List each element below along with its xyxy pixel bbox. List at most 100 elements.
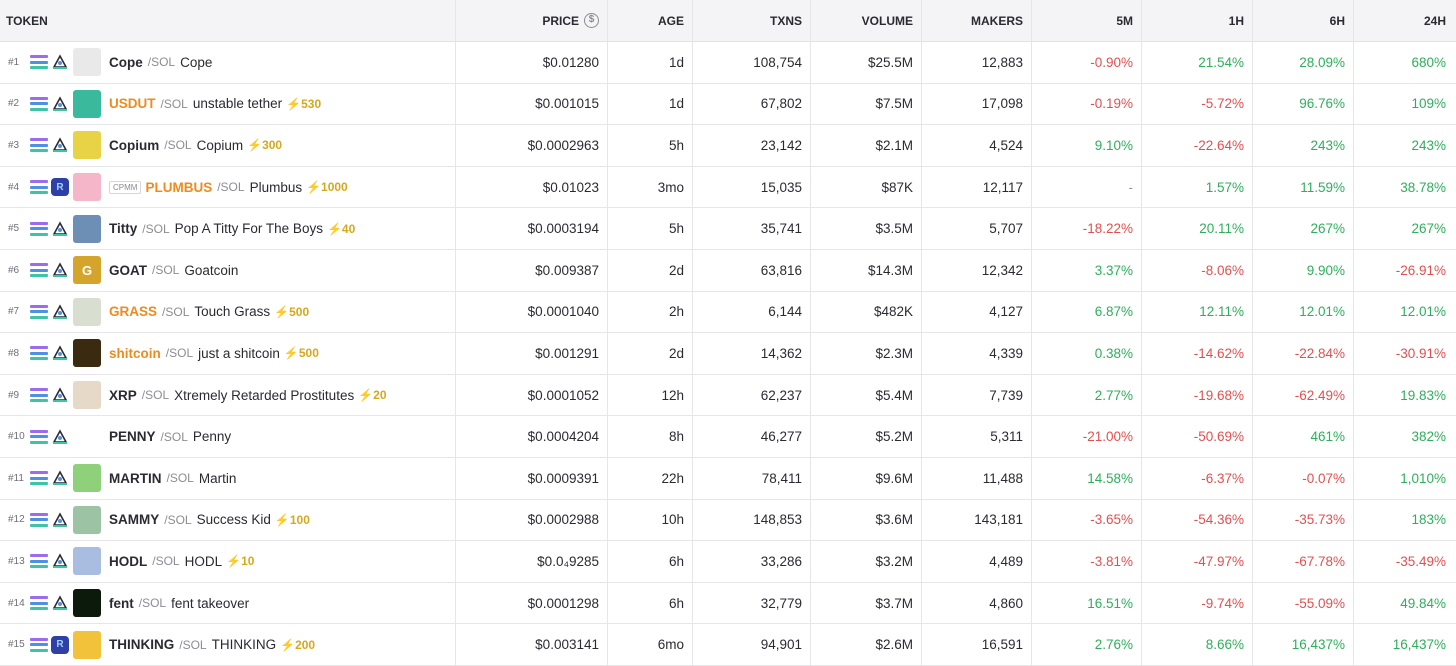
- col-header-txns[interactable]: TXNS: [693, 0, 811, 41]
- change-5m-cell: 0.38%: [1032, 333, 1142, 374]
- table-row[interactable]: #10 PENNY/SOL Penny $0.0004204 8h 46,277 $5.2M…: [0, 416, 1456, 458]
- table-row[interactable]: #9 XRP/SOL Xtremely Retarded Prostitutes ⚡2…: [0, 374, 1456, 417]
- token-rank: #14: [8, 597, 25, 609]
- token-cell[interactable]: #5 Titty/SOL Pop A Titty For The Boys ⚡40: [0, 208, 456, 249]
- token-rank: #7: [8, 306, 20, 318]
- quote-token: /SOL: [141, 388, 170, 403]
- token-name[interactable]: Goatcoin: [184, 263, 238, 278]
- col-header-makers[interactable]: MAKERS: [922, 0, 1032, 41]
- raydium-icon: [51, 428, 69, 446]
- token-cell[interactable]: #7 GRASS/SOL Touch Grass ⚡500: [0, 291, 456, 333]
- volume-cell: $9.6M: [811, 457, 922, 499]
- table-row[interactable]: #2 USDUT/SOL unstable tether ⚡530 $0.001015 1…: [0, 83, 1456, 126]
- token-symbol[interactable]: THINKING: [109, 637, 174, 652]
- table-row[interactable]: #6 G GOAT/SOL Goatcoin $0.009387 2d 63,816 $14.…: [0, 249, 1456, 292]
- token-cell[interactable]: #12 SAMMY/SOL Success Kid ⚡100: [0, 499, 456, 541]
- table-row[interactable]: #15 R THINKING/SOL THINKING ⚡200 $0.003141 6mo…: [0, 624, 1456, 666]
- token-name[interactable]: HODL: [185, 554, 223, 569]
- token-symbol[interactable]: fent: [109, 596, 134, 611]
- token-name[interactable]: Cope: [180, 55, 212, 70]
- change-5m-cell: 16.51%: [1032, 582, 1142, 624]
- token-avatar: [73, 630, 101, 659]
- col-header-6h[interactable]: 6H: [1253, 0, 1354, 41]
- token-name[interactable]: Penny: [193, 429, 231, 444]
- token-symbol[interactable]: Cope: [109, 55, 143, 70]
- token-symbol[interactable]: GOAT: [109, 263, 147, 278]
- quote-token: /SOL: [160, 429, 188, 444]
- makers-cell: 12,342: [922, 249, 1032, 291]
- token-cell[interactable]: #11 MARTIN/SOL Martin: [0, 457, 456, 499]
- token-symbol[interactable]: Titty: [109, 221, 137, 236]
- table-row[interactable]: #13 HODL/SOL HODL ⚡10 $0.0₄9285 6h 33,286 $3.2M…: [0, 541, 1456, 583]
- token-cell[interactable]: #14 fent/SOL fent takeover: [0, 582, 456, 624]
- token-name[interactable]: Martin: [199, 471, 237, 486]
- token-symbol[interactable]: PENNY: [109, 429, 156, 444]
- volume-cell: $2.3M: [811, 333, 922, 374]
- table-row[interactable]: #5 Titty/SOL Pop A Titty For The Boys ⚡40 $0…: [0, 208, 1456, 250]
- token-symbol[interactable]: HODL: [109, 554, 147, 569]
- col-header-5m[interactable]: 5M: [1032, 0, 1142, 41]
- quote-token: /SOL: [160, 96, 188, 111]
- token-symbol[interactable]: Copium: [109, 138, 159, 153]
- solana-chain-icon: [30, 471, 48, 486]
- token-cell[interactable]: #13 HODL/SOL HODL ⚡10: [0, 541, 456, 582]
- token-symbol[interactable]: MARTIN: [109, 471, 162, 486]
- token-cell[interactable]: #6 G GOAT/SOL Goatcoin: [0, 249, 456, 291]
- col-header-price[interactable]: PRICE $: [456, 0, 608, 41]
- token-cell[interactable]: #15 R THINKING/SOL THINKING ⚡200: [0, 624, 456, 665]
- token-name[interactable]: just a shitcoin: [198, 346, 280, 361]
- change-1h-cell: -5.72%: [1142, 83, 1253, 125]
- token-symbol[interactable]: PLUMBUS: [145, 180, 212, 195]
- token-name[interactable]: Plumbus: [250, 180, 303, 195]
- table-row[interactable]: #1 Cope/SOL Cope $0.01280 1d 108,754 $25.5M 12,…: [0, 42, 1456, 84]
- token-name[interactable]: Success Kid: [197, 512, 271, 527]
- txns-cell: 67,802: [693, 83, 811, 125]
- token-symbol[interactable]: shitcoin: [109, 346, 161, 361]
- table-row[interactable]: #14 fent/SOL fent takeover $0.0001298 6h 32,7…: [0, 582, 1456, 625]
- col-header-24h[interactable]: 24H: [1354, 0, 1456, 41]
- token-avatar: [73, 422, 101, 451]
- col-header-volume[interactable]: VOLUME: [811, 0, 922, 41]
- token-name[interactable]: THINKING: [212, 637, 277, 652]
- table-row[interactable]: #7 GRASS/SOL Touch Grass ⚡500 $0.0001040 2h 6,…: [0, 291, 1456, 334]
- token-cell[interactable]: #9 XRP/SOL Xtremely Retarded Prostitutes ⚡2…: [0, 374, 456, 416]
- makers-cell: 4,127: [922, 291, 1032, 333]
- token-name[interactable]: Xtremely Retarded Prostitutes: [174, 388, 354, 403]
- col-header-age[interactable]: AGE: [608, 0, 693, 41]
- col-header-1h[interactable]: 1H: [1142, 0, 1253, 41]
- token-cell[interactable]: #8 shitcoin/SOL just a shitcoin ⚡500: [0, 333, 456, 374]
- token-name[interactable]: unstable tether: [193, 96, 282, 111]
- change-24h-cell: -35.49%: [1395, 553, 1446, 569]
- col-header-token[interactable]: TOKEN: [0, 0, 456, 41]
- token-symbol[interactable]: GRASS: [109, 304, 157, 319]
- change-5m-cell: -3.81%: [1032, 541, 1142, 582]
- age-cell: 5h: [608, 208, 693, 249]
- age-cell: 6mo: [608, 624, 693, 665]
- makers-cell: 11,488: [922, 457, 1032, 499]
- token-name[interactable]: Copium: [197, 138, 244, 153]
- token-cell[interactable]: #1 Cope/SOL Cope: [0, 42, 456, 83]
- dollar-icon[interactable]: $: [584, 13, 599, 28]
- table-row[interactable]: #11 MARTIN/SOL Martin $0.0009391 22h 78,411 $9…: [0, 457, 1456, 500]
- token-name[interactable]: fent takeover: [171, 596, 249, 611]
- token-symbol[interactable]: USDUT: [109, 96, 156, 111]
- table-row[interactable]: #8 shitcoin/SOL just a shitcoin ⚡500 $0.0012…: [0, 333, 1456, 375]
- solana-chain-icon: [30, 512, 48, 527]
- change-6h-cell: -22.84%: [1253, 333, 1354, 374]
- table-row[interactable]: #12 SAMMY/SOL Success Kid ⚡100 $0.0002988 10h…: [0, 499, 1456, 542]
- price-cell: $0.0009391: [456, 457, 608, 499]
- volume-cell: $3.6M: [811, 499, 922, 541]
- token-cell[interactable]: #10 PENNY/SOL Penny: [0, 416, 456, 457]
- table-row[interactable]: #4 R CPMM PLUMBUS/SOL Plumbus ⚡1000 $0.01023 3m…: [0, 166, 1456, 209]
- token-symbol[interactable]: XRP: [109, 388, 137, 403]
- token-symbol[interactable]: SAMMY: [109, 512, 159, 527]
- token-cell[interactable]: #4 R CPMM PLUMBUS/SOL Plumbus ⚡1000: [0, 166, 456, 208]
- token-cell[interactable]: #2 USDUT/SOL unstable tether ⚡530: [0, 83, 456, 125]
- price-cell: $0.0004204: [456, 416, 608, 457]
- token-name[interactable]: Touch Grass: [194, 304, 270, 319]
- boost-badge: ⚡20: [358, 388, 387, 403]
- token-cell[interactable]: #3 Copium/SOL Copium ⚡300: [0, 125, 456, 166]
- boost-badge: ⚡200: [280, 637, 316, 652]
- table-row[interactable]: #3 Copium/SOL Copium ⚡300 $0.0002963 5h 23,142…: [0, 125, 1456, 167]
- token-name[interactable]: Pop A Titty For The Boys: [175, 221, 323, 236]
